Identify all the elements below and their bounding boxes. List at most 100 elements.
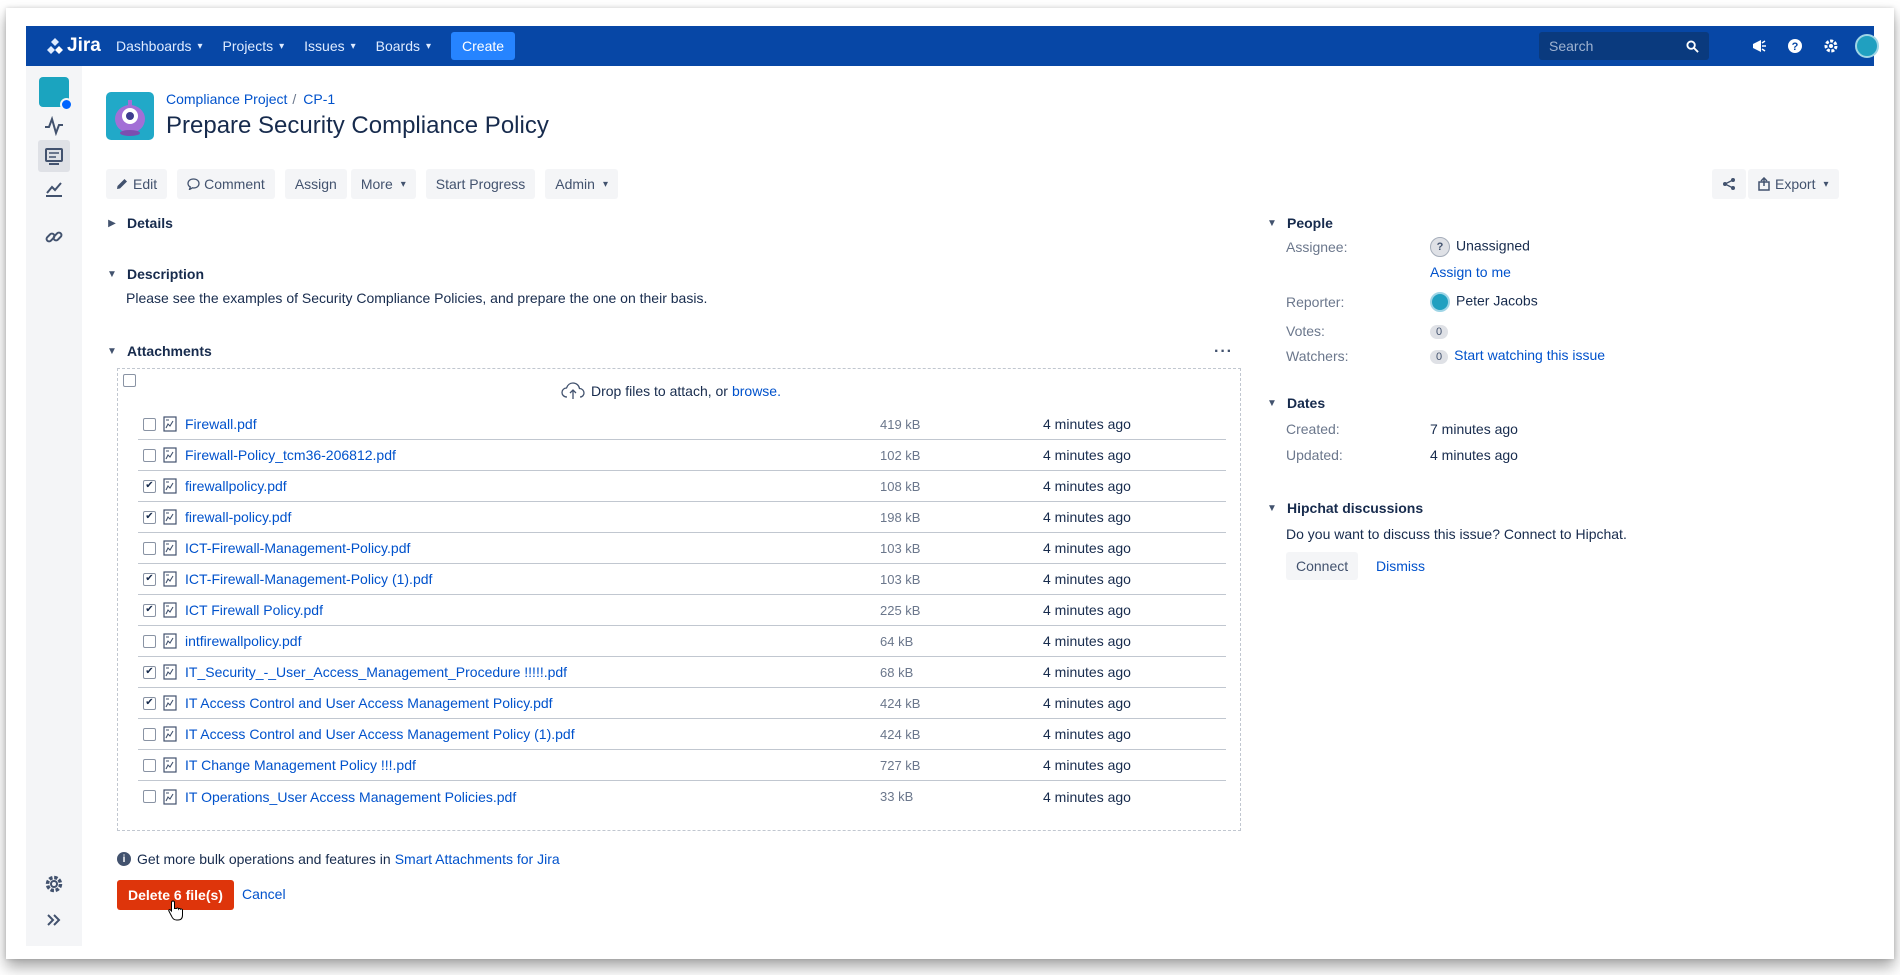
breadcrumb-issue-key[interactable]: CP-1	[303, 91, 335, 107]
gear-icon[interactable]	[38, 868, 70, 900]
attachment-name[interactable]: firewallpolicy.pdf	[185, 478, 287, 494]
attachment-row: ✔ ICT-Firewall-Management-Policy (1).pdf 1…	[138, 564, 1226, 595]
jira-logo[interactable]: Jira	[46, 35, 106, 57]
smart-attachments-link[interactable]: Smart Attachments for Jira	[395, 851, 560, 867]
reports-icon[interactable]	[38, 172, 70, 204]
created-label: Created:	[1286, 421, 1340, 437]
attachment-size: 68 kB	[880, 664, 914, 680]
attachment-time: 4 minutes ago	[1043, 447, 1131, 463]
attachment-name[interactable]: ICT Firewall Policy.pdf	[185, 602, 323, 618]
export-button[interactable]: Export ▾	[1748, 169, 1839, 199]
attachment-checkbox[interactable]	[143, 417, 156, 431]
people-section-toggle[interactable]: ▼ People	[1266, 215, 1333, 231]
attachment-row: Firewall-Policy_tcm36-206812.pdf 102 kB 4 …	[138, 440, 1226, 471]
nav-dashboards[interactable]: Dashboards ▾	[106, 26, 213, 66]
attachment-name[interactable]: firewall-policy.pdf	[185, 509, 291, 525]
issues-board-icon[interactable]	[38, 140, 70, 172]
attachment-size: 424 kB	[880, 695, 921, 711]
attachment-size: 198 kB	[880, 509, 921, 525]
attachment-size: 33 kB	[880, 789, 914, 804]
reporter-avatar	[1430, 292, 1450, 312]
attachment-checkbox[interactable]	[143, 634, 156, 648]
pdf-file-icon	[163, 633, 177, 649]
attachment-name[interactable]: Firewall.pdf	[185, 416, 257, 432]
hipchat-section-toggle[interactable]: ▼ Hipchat discussions	[1266, 500, 1423, 516]
connect-button[interactable]: Connect	[1286, 552, 1359, 580]
dismiss-link[interactable]: Dismiss	[1376, 558, 1425, 574]
browse-link[interactable]: browse.	[732, 383, 781, 399]
settings-icon[interactable]	[1813, 34, 1849, 58]
attachment-checkbox[interactable]	[143, 758, 156, 772]
start-watching-link[interactable]: Start watching this issue	[1454, 347, 1605, 363]
project-sidebar	[26, 66, 82, 946]
attachment-name[interactable]: IT Operations_User Access Management Pol…	[185, 789, 516, 805]
share-button[interactable]	[1712, 169, 1746, 199]
assign-button[interactable]: Assign	[284, 169, 347, 199]
attachment-checkbox[interactable]: ✔	[143, 665, 156, 679]
attachment-name[interactable]: intfirewallpolicy.pdf	[185, 633, 301, 649]
admin-button[interactable]: Admin ▾	[545, 169, 618, 199]
link-icon[interactable]	[38, 221, 70, 253]
attachment-checkbox[interactable]: ✔	[143, 572, 156, 586]
attachment-checkbox[interactable]: ✔	[143, 510, 156, 524]
comment-button[interactable]: Comment	[177, 169, 275, 199]
attachment-time: 4 minutes ago	[1043, 788, 1131, 805]
nav-issues[interactable]: Issues ▾	[294, 26, 366, 66]
attachments-more-icon[interactable]: ···	[1214, 343, 1233, 361]
attachment-name[interactable]: IT Access Control and User Access Manage…	[185, 726, 575, 742]
assign-to-me-link[interactable]: Assign to me	[1430, 264, 1511, 280]
breadcrumb-project[interactable]: Compliance Project	[166, 91, 287, 107]
bulk-operations-note: i Get more bulk operations and features …	[117, 851, 560, 867]
create-button[interactable]: Create	[451, 32, 516, 60]
chevron-down-icon: ▾	[350, 40, 356, 52]
edit-label: Edit	[133, 176, 158, 192]
votes-value[interactable]: 0	[1430, 322, 1454, 339]
chevron-down-icon: ▾	[1823, 178, 1829, 190]
watchers-label: Watchers:	[1286, 348, 1349, 364]
admin-label: Admin	[555, 176, 595, 192]
attachment-checkbox[interactable]	[143, 727, 156, 741]
share-icon	[1723, 178, 1735, 190]
attachment-row: Firewall.pdf 419 kB 4 minutes ago	[138, 409, 1226, 440]
attachment-checkbox[interactable]	[143, 541, 156, 555]
attachment-time: 4 minutes ago	[1043, 664, 1131, 680]
select-all-checkbox[interactable]	[123, 374, 136, 387]
edit-button[interactable]: Edit	[106, 169, 168, 199]
attachment-name[interactable]: IT Access Control and User Access Manage…	[185, 695, 553, 711]
top-icons: ?	[1741, 34, 1885, 58]
attachment-checkbox[interactable]	[143, 790, 156, 803]
nav-boards[interactable]: Boards ▾	[366, 26, 441, 66]
profile-avatar[interactable]	[1849, 34, 1885, 58]
nav-projects[interactable]: Projects ▾	[213, 26, 295, 66]
notifications-icon[interactable]	[1741, 34, 1777, 58]
expand-sidebar-icon[interactable]	[38, 904, 70, 936]
chevron-down-icon: ▾	[197, 40, 203, 52]
details-section-toggle[interactable]: ▶ Details	[106, 215, 173, 231]
attachment-checkbox[interactable]: ✔	[143, 603, 156, 617]
attachment-size: 102 kB	[880, 447, 921, 463]
activity-icon[interactable]	[38, 110, 70, 142]
attachment-name[interactable]: IT_Security_-_User_Access_Management_Pro…	[185, 664, 567, 680]
search-input[interactable]: Search	[1539, 32, 1709, 60]
start-progress-button[interactable]: Start Progress	[425, 169, 536, 199]
dates-section-toggle[interactable]: ▼ Dates	[1266, 395, 1325, 411]
attachment-name[interactable]: IT Change Management Policy !!!.pdf	[185, 757, 416, 773]
attachment-time: 4 minutes ago	[1043, 509, 1131, 525]
attachment-checkbox[interactable]: ✔	[143, 696, 156, 710]
project-avatar-button[interactable]	[38, 76, 73, 111]
attachment-name[interactable]: ICT-Firewall-Management-Policy (1).pdf	[185, 571, 432, 587]
attachments-dropzone[interactable]: Drop files to attach, or browse. Firewal…	[117, 368, 1241, 831]
attachment-checkbox[interactable]	[143, 448, 156, 462]
hipchat-heading: Hipchat discussions	[1287, 500, 1424, 516]
cancel-link[interactable]: Cancel	[242, 886, 286, 902]
attachments-section-toggle[interactable]: ▼ Attachments	[106, 343, 212, 359]
help-icon[interactable]: ?	[1777, 34, 1813, 58]
attachment-checkbox[interactable]: ✔	[143, 479, 156, 493]
attachment-name[interactable]: ICT-Firewall-Management-Policy.pdf	[185, 540, 410, 556]
more-button[interactable]: More ▾	[350, 169, 416, 199]
watchers-value: 0 Start watching this issue	[1430, 347, 1605, 364]
description-section-toggle[interactable]: ▼ Description	[106, 266, 204, 282]
attachment-name[interactable]: Firewall-Policy_tcm36-206812.pdf	[185, 447, 396, 463]
attachment-time: 4 minutes ago	[1043, 602, 1131, 618]
pdf-file-icon	[163, 540, 177, 556]
